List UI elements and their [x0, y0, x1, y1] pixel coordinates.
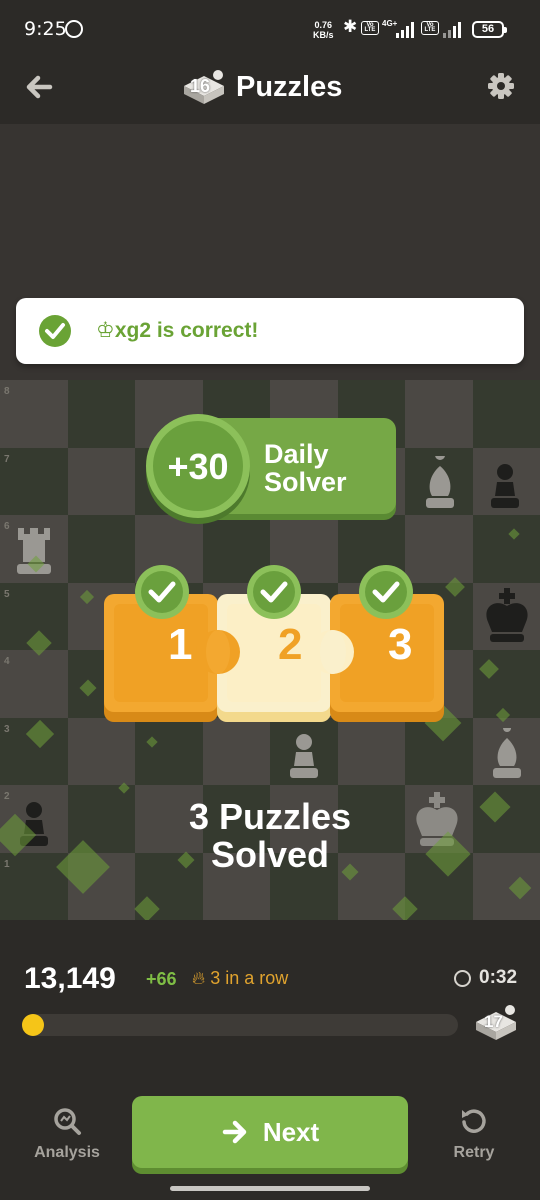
puzzles-solved-title: 3 Puzzles Solved: [120, 798, 420, 874]
arrow-right-icon: [222, 1120, 247, 1144]
signal-icon-2: [443, 22, 463, 38]
status-bar: 9:25 0.76 KB/s ✱ Vo LTE 4G+ Vo LTE 56: [0, 0, 540, 58]
analysis-button[interactable]: Analysis: [26, 1104, 108, 1170]
timer-value: 0:32: [479, 967, 518, 988]
black-pawn-icon: [491, 464, 519, 508]
flame-icon: 🔥︎: [192, 968, 206, 988]
correct-move-toast: ♔xg2 is correct!: [16, 298, 524, 364]
next-button[interactable]: Next: [132, 1096, 408, 1168]
puzzle-number: 16: [190, 76, 211, 96]
analysis-label: Analysis: [34, 1144, 100, 1161]
settings-button[interactable]: [485, 70, 517, 102]
clock-icon: [454, 970, 471, 987]
puzzle-number-3: 3: [388, 620, 413, 669]
puzzle-knob-cover: [320, 630, 346, 674]
network-speed: 0.76 KB/s: [313, 20, 334, 40]
arrow-left-icon: [26, 75, 53, 99]
rank-label: 1: [4, 859, 10, 870]
title-group: 16 Puzzles: [180, 64, 342, 110]
rank-label: 7: [4, 454, 10, 465]
puzzle-number-1: 1: [168, 620, 193, 669]
bluetooth-icon: ✱: [343, 17, 358, 37]
page-title: Puzzles: [236, 70, 343, 103]
toast-message: ♔xg2 is correct!: [96, 319, 259, 342]
puzzle-number-2: 2: [278, 620, 303, 669]
check-circle-icon: [247, 565, 301, 619]
progress-bar: [22, 1014, 458, 1036]
solver-label: Daily Solver: [264, 440, 347, 496]
volte-icon: Vo LTE: [361, 21, 379, 35]
rank-label: 6: [4, 521, 10, 532]
app-header: 16 Puzzles: [0, 58, 540, 124]
white-bishop-icon-2: [493, 728, 521, 778]
speed-unit: KB/s: [313, 30, 334, 40]
solved-puzzles-row: 1 2 3: [104, 560, 444, 730]
puzzle-rating: 13,149: [24, 962, 116, 995]
solver-label-line1: Daily: [264, 439, 329, 469]
rating-delta: +66: [146, 969, 177, 989]
signal-icon: [396, 22, 416, 38]
check-circle-icon: [135, 565, 189, 619]
points-value: +30: [167, 446, 229, 487]
white-pawn-icon: [290, 734, 318, 778]
progress-fill: [22, 1014, 44, 1036]
whatsapp-icon: [65, 20, 83, 38]
battery-icon: 56: [472, 21, 507, 38]
check-circle-icon: [39, 315, 71, 347]
solver-label-line2: Solver: [264, 467, 347, 497]
speed-value: 0.76: [314, 20, 333, 30]
check-circle-icon: [359, 565, 413, 619]
rank-label: 5: [4, 589, 10, 600]
puzzle-count-badge: 16: [180, 66, 228, 108]
gear-icon: [488, 73, 514, 99]
rank-label: 3: [4, 724, 10, 735]
streak-text: 3 in a row: [210, 968, 289, 988]
volte-icon-2: Vo LTE: [421, 21, 439, 35]
retry-label: Retry: [453, 1144, 495, 1161]
rank-label: 4: [4, 656, 10, 667]
next-puzzle-badge: 17: [472, 1000, 520, 1044]
daily-solver-badge: +30 Daily Solver: [146, 414, 398, 520]
retry-button[interactable]: Retry: [433, 1104, 515, 1170]
puzzle-knob-cover: [206, 630, 230, 674]
next-puzzle-number: 17: [484, 1012, 503, 1031]
black-king-icon: [486, 588, 528, 642]
status-time: 9:25: [24, 18, 67, 40]
streak-info: 🔥︎ 3 in a row: [192, 968, 288, 989]
solved-line2: Solved: [210, 834, 330, 875]
rank-label: 8: [4, 386, 10, 397]
rank-label: 2: [4, 791, 10, 802]
home-indicator[interactable]: [170, 1186, 370, 1191]
white-bishop-icon: [426, 456, 454, 508]
next-label: Next: [262, 1116, 320, 1147]
retry-icon: [462, 1109, 486, 1133]
solved-line1: 3 Puzzles: [188, 796, 352, 837]
magnifier-icon: [54, 1108, 81, 1135]
back-button[interactable]: [22, 70, 56, 104]
